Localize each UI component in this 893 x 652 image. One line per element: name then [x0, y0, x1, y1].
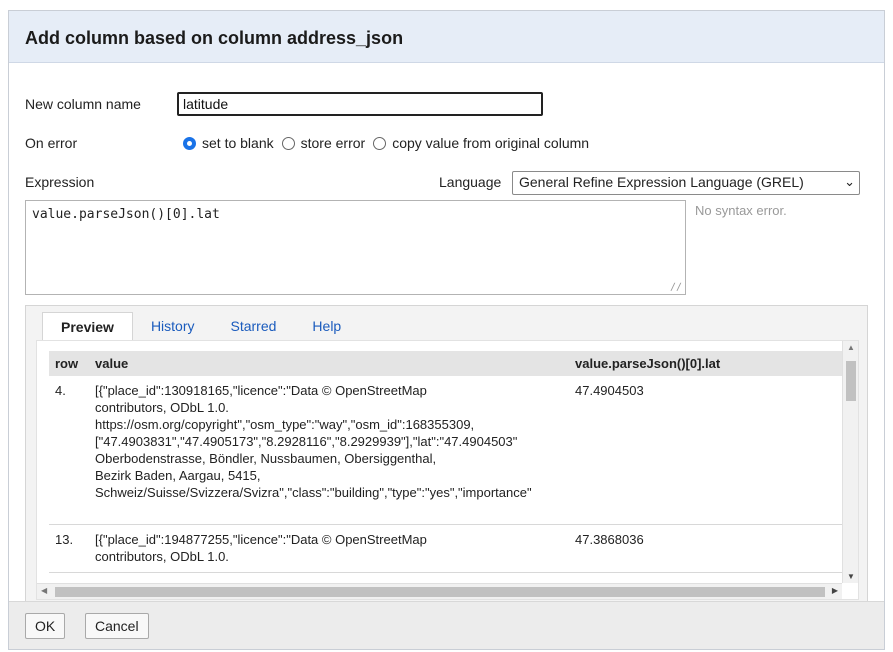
- radio-set-to-blank-label: set to blank: [202, 135, 274, 151]
- radio-store-error[interactable]: store error: [281, 135, 366, 151]
- expression-text: value.parseJson()[0].lat: [32, 207, 220, 222]
- row-value-cell: [{"place_id":130918165,"licence":"Data ©…: [89, 376, 569, 525]
- row-number: 4.: [49, 376, 89, 525]
- vertical-scrollbar[interactable]: ▲ ▼: [842, 341, 858, 583]
- ok-button[interactable]: OK: [25, 613, 66, 639]
- value-line: Bezirk Baden, Aargau, 5415,: [95, 468, 261, 483]
- tab-starred[interactable]: Starred: [213, 312, 295, 340]
- resize-grip-icon[interactable]: ∕∕: [670, 282, 682, 293]
- row-value-cell: [{"place_id":194877255,"licence":"Data ©…: [89, 524, 569, 573]
- dialog-body: New column name On error set to blank st…: [9, 63, 884, 607]
- scroll-up-icon[interactable]: ▲: [847, 343, 855, 352]
- table-row: 4. [{"place_id":130918165,"licence":"Dat…: [49, 376, 858, 525]
- value-line: ["47.4903831","47.4905173","8.2928116","…: [95, 434, 518, 449]
- row-number: 13.: [49, 524, 89, 573]
- scroll-down-icon[interactable]: ▼: [847, 572, 855, 581]
- vertical-scroll-thumb[interactable]: [846, 361, 856, 401]
- on-error-label: On error: [25, 135, 78, 151]
- dialog-title: Add column based on column address_json: [9, 11, 884, 63]
- radio-set-to-blank[interactable]: set to blank: [183, 135, 274, 151]
- language-select[interactable]: General Refine Expression Language (GREL…: [512, 171, 860, 195]
- value-line: [{"place_id":130918165,"licence":"Data ©…: [95, 383, 427, 398]
- expression-label: Expression: [25, 174, 95, 190]
- column-header-row: row: [55, 356, 79, 371]
- language-label: Language: [439, 174, 502, 190]
- add-column-dialog: Add column based on column address_json …: [8, 10, 885, 650]
- row-result: 47.3868036: [569, 524, 858, 573]
- tab-bar: Preview History Starred Help: [26, 306, 867, 341]
- value-line: https://osm.org/copyright","osm_type":"w…: [95, 417, 475, 432]
- radio-copy-value-label: copy value from original column: [392, 135, 590, 151]
- radio-store-error-label: store error: [300, 135, 366, 151]
- table-row: 13. [{"place_id":194877255,"licence":"Da…: [49, 524, 858, 573]
- preview-table: row value value.parseJson()[0].lat 4. [{…: [49, 351, 858, 573]
- radio-store-error-indicator[interactable]: [281, 136, 295, 150]
- language-select-value: General Refine Expression Language (GREL…: [519, 174, 804, 190]
- horizontal-scroll-thumb[interactable]: [55, 587, 825, 597]
- column-header-value: value: [95, 356, 129, 371]
- dialog-footer: OK Cancel: [9, 601, 884, 649]
- column-header-result: value.parseJson()[0].lat: [575, 356, 721, 371]
- radio-copy-value[interactable]: copy value from original column: [373, 135, 589, 151]
- radio-copy-value-indicator[interactable]: [373, 136, 387, 150]
- syntax-status: No syntax error.: [695, 203, 787, 218]
- cancel-button[interactable]: Cancel: [85, 613, 149, 639]
- preview-area: row value value.parseJson()[0].lat 4. [{…: [36, 340, 859, 600]
- radio-set-to-blank-indicator[interactable]: [183, 136, 196, 150]
- chevron-down-icon: ⌄: [844, 174, 855, 189]
- value-line: Schweiz/Suisse/Svizzera/Svizra","class":…: [95, 485, 532, 500]
- value-line: Oberbodenstrasse, Böndler, Nussbaumen, O…: [95, 451, 437, 466]
- tab-preview[interactable]: Preview: [42, 312, 133, 341]
- expression-textarea[interactable]: value.parseJson()[0].lat ∕∕: [25, 200, 686, 295]
- scroll-left-icon[interactable]: ◀: [41, 586, 47, 595]
- table-header-row: row value value.parseJson()[0].lat: [49, 351, 858, 376]
- tabs-panel: Preview History Starred Help row value v…: [25, 305, 868, 607]
- new-column-label: New column name: [25, 96, 141, 112]
- tab-help[interactable]: Help: [294, 312, 359, 340]
- value-line: [{"place_id":194877255,"licence":"Data ©…: [95, 532, 427, 547]
- on-error-radio-group: set to blank store error copy value from…: [183, 135, 597, 151]
- value-line: contributors, ODbL 1.0.: [95, 549, 229, 564]
- row-result: 47.4904503: [569, 376, 858, 525]
- scroll-right-icon[interactable]: ▶: [832, 586, 838, 595]
- horizontal-scrollbar[interactable]: ◀ ▶: [37, 583, 842, 599]
- tab-history[interactable]: History: [133, 312, 213, 340]
- value-line: contributors, ODbL 1.0.: [95, 400, 229, 415]
- new-column-name-input[interactable]: [177, 92, 543, 116]
